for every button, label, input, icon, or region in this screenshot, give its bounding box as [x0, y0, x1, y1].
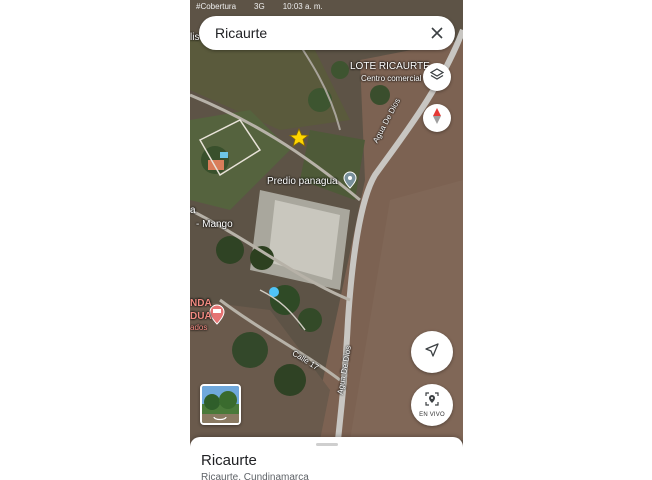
search-query-text[interactable]: Ricaurte: [215, 25, 429, 41]
live-view-button[interactable]: EN VIVO: [411, 384, 453, 426]
map-label-dua[interactable]: DUA: [190, 311, 212, 322]
sheet-drag-handle[interactable]: [316, 443, 338, 446]
place-subtitle: Ricaurte, Cundinamarca: [201, 472, 309, 480]
map-label-lote[interactable]: LOTE RICAURTE: [350, 61, 430, 72]
layers-button[interactable]: [423, 63, 451, 91]
live-view-label: EN VIVO: [419, 412, 445, 418]
compass-button[interactable]: [423, 104, 451, 132]
phone-screen: #Cobertura 3G 10:03 a. m. LOTE RICAURTE …: [190, 0, 463, 480]
navigate-arrow-icon: [425, 342, 439, 362]
compass-icon: [432, 107, 442, 129]
carrier-text: #Cobertura: [196, 1, 237, 11]
map-label-predio[interactable]: Predio panagua: [267, 176, 338, 187]
navigate-button[interactable]: [411, 331, 453, 373]
layers-icon: [429, 67, 445, 87]
status-bar: #Cobertura 3G 10:03 a. m.: [190, 0, 463, 12]
live-view-icon: [425, 392, 439, 411]
time-text: 10:03 a. m.: [282, 1, 323, 11]
street-view-thumbnail[interactable]: [200, 384, 241, 425]
map-label-nda[interactable]: NDA: [190, 298, 212, 309]
search-bar[interactable]: Ricaurte: [199, 16, 455, 50]
map-label-centro[interactable]: Centro comercial: [361, 74, 421, 83]
close-icon[interactable]: [429, 25, 445, 41]
map-label-ados: ados: [190, 323, 208, 332]
map-label-mango[interactable]: - Mango: [196, 219, 233, 230]
network-text: 3G: [254, 1, 265, 11]
map-label-left-a: a: [190, 205, 196, 216]
place-bottom-sheet[interactable]: Ricaurte Ricaurte, Cundinamarca: [190, 437, 463, 480]
place-title: Ricaurte: [201, 452, 257, 469]
